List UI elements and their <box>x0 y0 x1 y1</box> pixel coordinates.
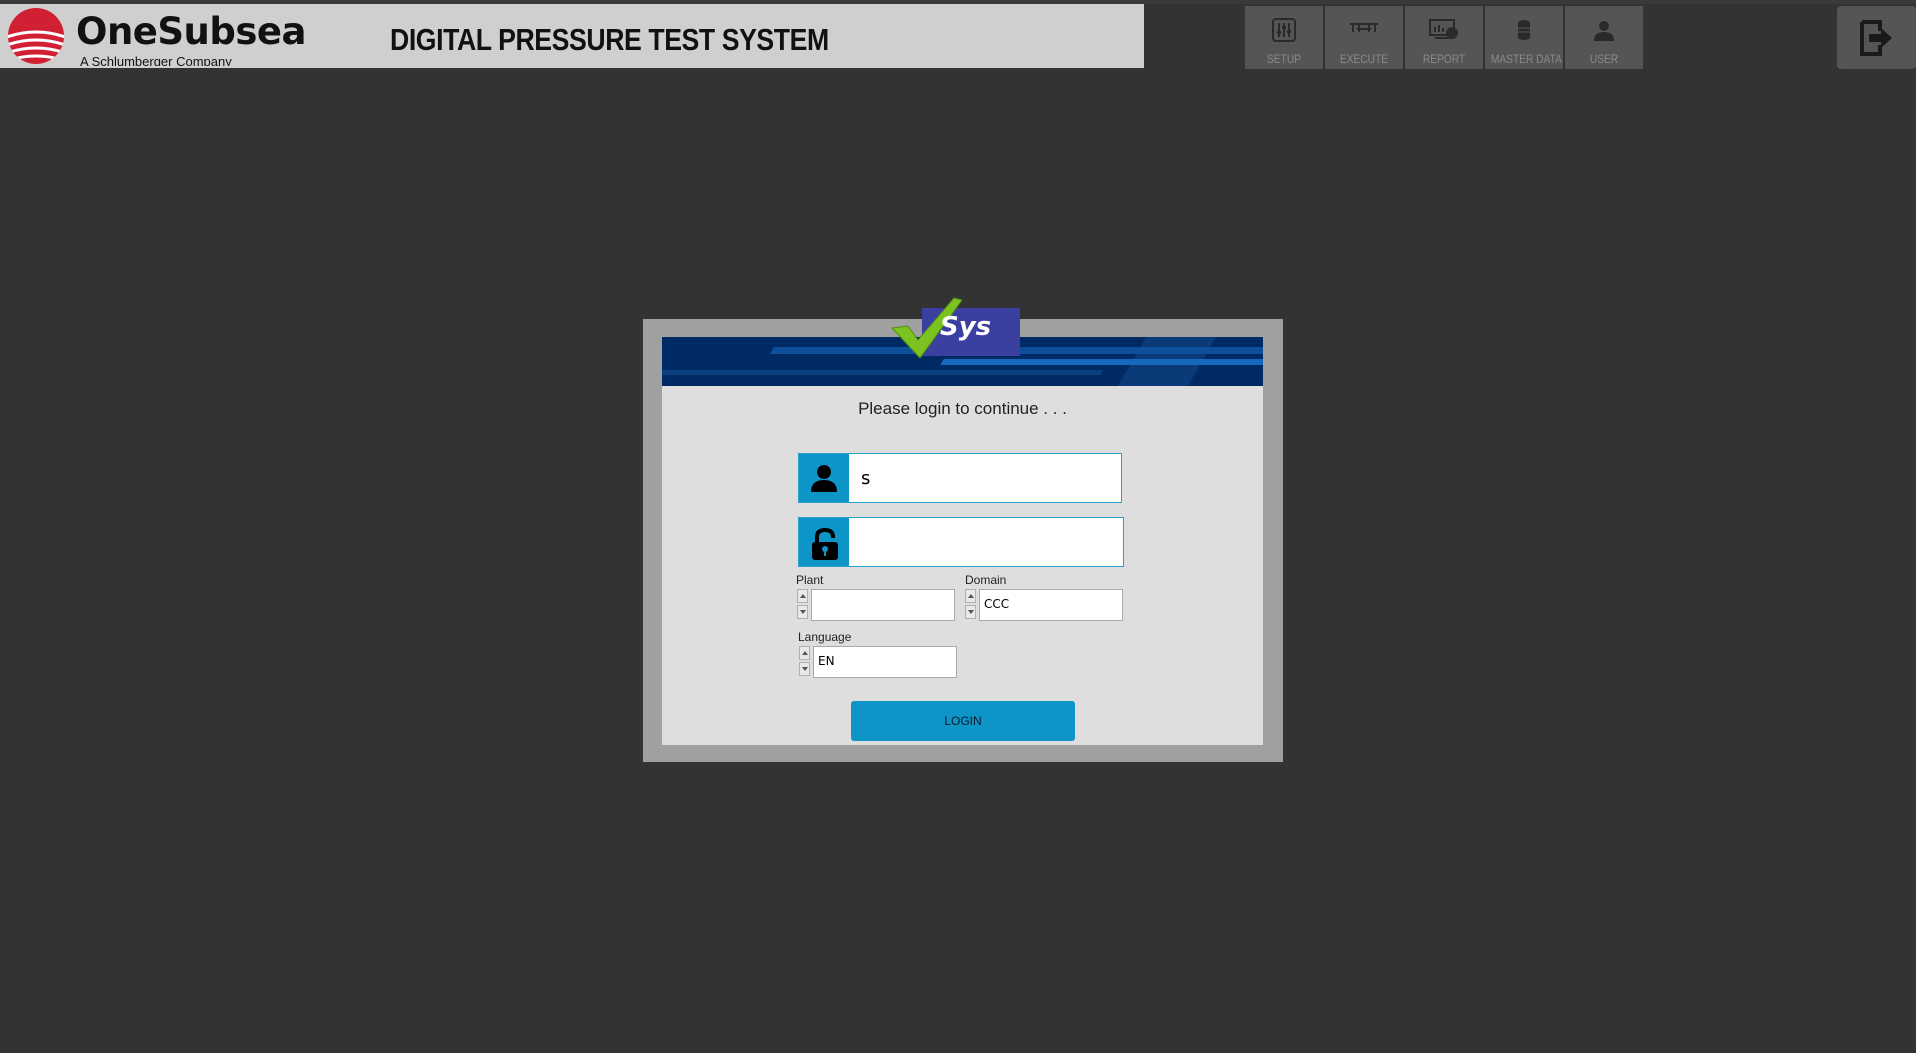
execute-icon <box>1350 23 1378 32</box>
exit-icon <box>1860 20 1892 56</box>
nav-report-button[interactable]: REPORT <box>1405 6 1483 69</box>
login-panel: Please login to continue . . . s Plant D… <box>662 337 1263 745</box>
nav-setup-button[interactable]: SETUP <box>1245 6 1323 69</box>
unlock-icon <box>812 528 838 560</box>
plant-spinner[interactable] <box>797 589 809 621</box>
app-title: DIGITAL PRESSURE TEST SYSTEM <box>390 22 829 57</box>
domain-field[interactable]: CCC <box>979 589 1123 621</box>
nav-execute-label: EXECUTE <box>1339 52 1389 66</box>
domain-spinner[interactable] <box>965 589 977 621</box>
plant-field[interactable] <box>811 589 955 621</box>
password-field[interactable] <box>851 518 1121 566</box>
onesubsea-logo: OneSubsea A Schlumberger Company <box>4 8 306 66</box>
language-up-arrow-icon[interactable] <box>799 646 810 660</box>
exit-button[interactable] <box>1837 6 1916 69</box>
language-spinner[interactable] <box>799 646 811 678</box>
plant-label: Plant <box>796 573 824 587</box>
database-icon <box>1518 20 1530 40</box>
vsys-logo: Sys ™ <box>892 296 1030 358</box>
nav-master-data-label: MASTER DATA <box>1490 52 1562 66</box>
password-icon-box <box>799 518 849 566</box>
header-panel: OneSubsea A Schlumberger Company DIGITAL… <box>0 4 1144 68</box>
report-icon <box>1429 19 1458 39</box>
password-row <box>798 517 1124 567</box>
username-icon-box <box>799 454 849 502</box>
nav-report-label: REPORT <box>1422 52 1466 66</box>
user-icon <box>1594 21 1614 41</box>
nav-master-data-button[interactable]: MASTER DATA <box>1485 6 1563 69</box>
main-nav: SETUP EXECUTE REPORT MASTER DATA USER <box>1245 6 1645 69</box>
language-down-arrow-icon[interactable] <box>799 662 810 676</box>
nav-user-button[interactable]: USER <box>1565 6 1643 69</box>
nav-setup-label: SETUP <box>1266 52 1301 66</box>
sliders-icon <box>1272 18 1296 42</box>
brand-name: OneSubsea <box>76 10 306 53</box>
brand-subtitle: A Schlumberger Company <box>80 54 232 66</box>
login-prompt: Please login to continue . . . <box>858 399 1067 418</box>
login-dialog: Please login to continue . . . s Plant D… <box>643 319 1283 762</box>
trademark-mark: ™ <box>1016 296 1023 303</box>
vsys-logo-text: Sys <box>940 312 992 342</box>
login-button[interactable]: LOGIN <box>851 701 1075 741</box>
domain-up-arrow-icon[interactable] <box>965 589 976 603</box>
onesubsea-logo-icon <box>8 8 64 64</box>
nav-user-label: USER <box>1589 52 1619 66</box>
plant-down-arrow-icon[interactable] <box>797 605 808 619</box>
domain-down-arrow-icon[interactable] <box>965 605 976 619</box>
language-field[interactable]: EN <box>813 646 957 678</box>
username-row <box>798 453 1122 503</box>
username-field[interactable] <box>851 454 1119 502</box>
language-label: Language <box>798 630 852 644</box>
plant-up-arrow-icon[interactable] <box>797 589 808 603</box>
nav-execute-button[interactable]: EXECUTE <box>1325 6 1403 69</box>
user-icon <box>811 465 837 492</box>
domain-label: Domain <box>965 573 1007 587</box>
